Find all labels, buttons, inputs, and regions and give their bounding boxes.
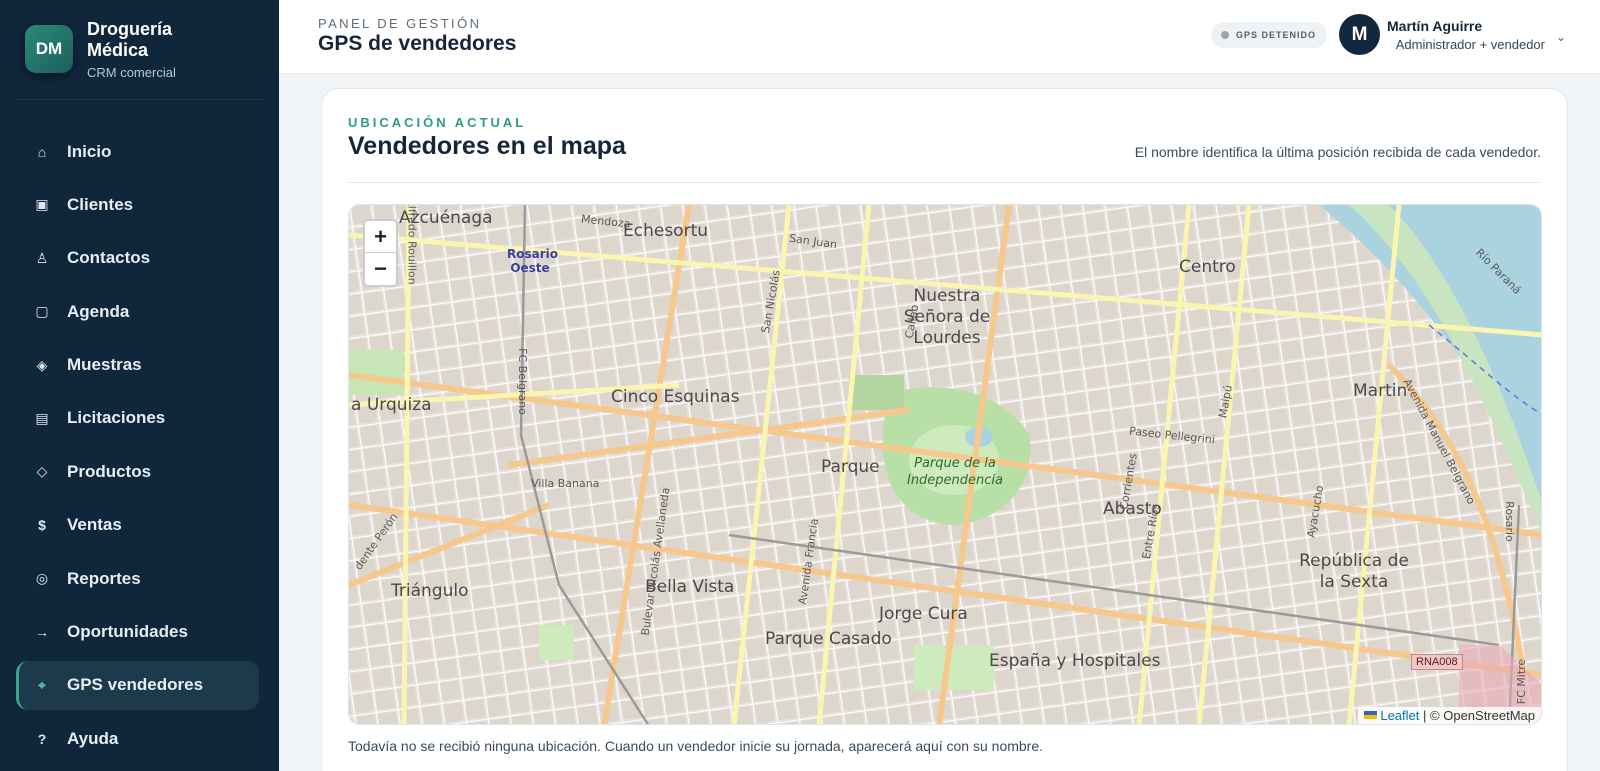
sidebar-item-productos[interactable]: ◇ Productos [16,447,259,496]
map-label: Parque [821,457,880,477]
top-bar: PANEL DE GESTIÓN GPS de vendedores GPS D… [279,0,1600,74]
card-hint: El nombre identifica la última posición … [1134,144,1541,160]
dollar-icon: $ [38,517,46,534]
sidebar-item-label: Inicio [67,141,112,161]
document-icon: ▤ [35,409,49,426]
page-kicker: PANEL DE GESTIÓN [318,16,482,31]
sidebar-item-label: Oportunidades [67,622,188,642]
gps-status-badge: GPS DETENIDO [1210,22,1327,48]
sidebar-item-oportunidades[interactable]: → Oportunidades [16,608,259,657]
sidebar-item-label: Reportes [67,568,141,588]
card-kicker: UBICACIÓN ACTUAL [348,115,527,130]
map-label: Rosario [1502,501,1516,542]
sidebar-item-label: Contactos [67,248,151,268]
map-label: Alfredo Rouillon [405,204,419,285]
person-icon: ♙ [35,249,49,266]
divider [348,182,1541,183]
map-label: Parque Casado [765,629,892,649]
map-label: Centro [1179,257,1236,277]
sidebar-item-ventas[interactable]: $ Ventas [16,501,259,550]
sidebar-item-label: Productos [67,461,152,481]
gps-icon: ⌖ [38,676,46,693]
map-label: FC Mitre [1515,658,1529,705]
page-title: GPS de vendedores [318,32,517,55]
diamond-icon: ◈ [36,356,48,373]
sidebar-item-agenda[interactable]: ▢ Agenda [16,287,259,336]
help-icon: ? [37,730,47,747]
sidebar-item-contactos[interactable]: ♙ Contactos [16,234,259,283]
map-attribution: Leaflet | © OpenStreetMap [1358,707,1541,724]
zoom-out-button[interactable]: − [365,253,396,285]
route-shield: RNA008 [1411,654,1463,670]
sidebar-item-label: Muestras [67,355,142,375]
map-label: Villa Banana [531,477,600,490]
sidebar-item-muestras[interactable]: ◈ Muestras [16,341,259,390]
brand: DM Droguería Médica CRM comercial [16,0,263,100]
card-title: Vendedores en el mapa [348,132,626,160]
chevron-down-icon[interactable]: ⌄ [1556,30,1566,44]
brand-logo: DM [25,25,73,73]
map-label: Rosario Oeste [507,247,558,275]
gps-status-text: GPS DETENIDO [1235,30,1316,40]
map-label: Triángulo [391,581,469,601]
map-label: Cinco Esquinas [611,387,740,407]
attribution-separator: | [1423,708,1427,723]
map-label: Echesortu [623,221,709,241]
home-icon: ⌂ [37,143,47,160]
map-label: República de la Sexta [1299,551,1409,592]
user-name[interactable]: Martín Aguirre [1387,18,1491,34]
user-role: Administrador + vendedor [1395,37,1545,52]
brand-subtitle: CRM comercial [86,64,176,80]
sidebar-item-label: Agenda [67,301,130,321]
sidebar-item-label: Clientes [67,194,134,214]
chart-icon: ◎ [35,570,49,587]
leaflet-link[interactable]: Leaflet [1380,708,1419,723]
sidebar-item-label: Ventas [67,515,122,535]
flag-icon [1364,711,1378,719]
sidebar-item-label: Ayuda [67,728,119,748]
empty-state-message: Todavía no se recibió ninguna ubicación.… [348,738,1044,754]
brand-name: Droguería Médica [86,18,173,60]
sidebar-item-gps-vendedores[interactable]: ⌖ GPS vendedores [16,660,259,710]
sidebar-item-licitaciones[interactable]: ▤ Licitaciones [16,394,259,443]
calendar-icon: ▢ [35,303,49,320]
status-dot-icon [1220,31,1229,39]
zoom-control: + − [363,219,398,287]
map-label: Jorge Cura [879,604,968,624]
map-label: Martin [1353,381,1408,401]
sidebar-item-label: Licitaciones [67,408,166,428]
sidebar-item-inicio[interactable]: ⌂ Inicio [16,127,259,176]
avatar[interactable]: M [1339,14,1380,55]
sidebar-nav: ⌂ Inicio ▣ Clientes ♙ Contactos ▢ Agenda ◈ Muestr… [16,127,259,768]
sidebar-item-clientes[interactable]: ▣ Clientes [16,180,259,229]
map-card: UBICACIÓN ACTUAL Vendedores en el mapa E… [321,88,1568,771]
sidebar-item-label: GPS vendedores [67,675,204,695]
map-label: FC Belgrano [515,348,529,415]
sidebar: DM Droguería Médica CRM comercial ⌂ Inici… [0,0,279,771]
map[interactable]: Azcuénaga Echesortu Rosario Oeste Centro… [348,204,1542,725]
arrow-right-icon: → [35,624,49,641]
osm-link[interactable]: © OpenStreetMap [1430,708,1535,723]
zoom-in-button[interactable]: + [365,221,396,253]
sidebar-item-ayuda[interactable]: ? Ayuda [16,714,259,763]
map-label: España y Hospitales [989,651,1161,671]
sidebar-item-reportes[interactable]: ◎ Reportes [16,554,259,603]
tag-icon: ◇ [36,463,48,480]
map-label: a Urquiza [351,395,432,415]
building-icon: ▣ [35,196,49,213]
map-label: Parque de la Independencia [906,456,1004,488]
